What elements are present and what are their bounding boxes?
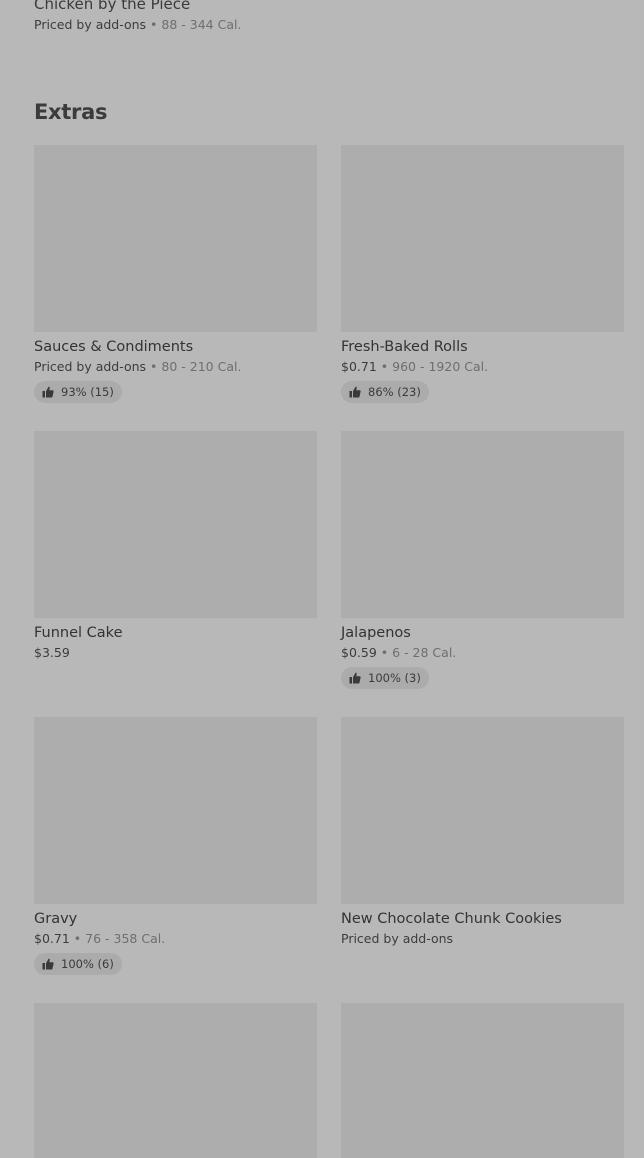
thumbs-up-icon — [42, 386, 54, 398]
rating-text: 100% (3) — [368, 671, 421, 685]
menu-item-card[interactable] — [34, 1003, 317, 1158]
menu-item-calories: 80 - 210 Cal. — [161, 359, 242, 374]
menu-item-calories: 6 - 28 Cal. — [392, 645, 457, 660]
menu-item-name: New Chocolate Chunk Cookies — [341, 911, 562, 927]
menu-item-image[interactable] — [34, 431, 317, 618]
menu-item-meta: $0.71 • 960 - 1920 Cal. — [341, 358, 624, 376]
menu-item-price: $3.59 — [34, 645, 70, 660]
rating-text: 100% (6) — [61, 957, 114, 971]
menu-item-calories: 960 - 1920 Cal. — [392, 359, 489, 374]
menu-item-price: Priced by add-ons — [34, 17, 147, 32]
menu-item-card[interactable]: Funnel Cake $3.59 — [34, 431, 317, 691]
rating-text: 93% (15) — [61, 385, 114, 399]
menu-item-meta: $0.59 • 6 - 28 Cal. — [341, 644, 624, 662]
meta-separator: • — [73, 931, 82, 946]
menu-item-card[interactable]: Gravy $0.71 • 76 - 358 Cal. 100% (6) — [34, 717, 317, 977]
menu-item-card[interactable]: Sauces & Condiments Priced by add-ons • … — [34, 145, 317, 405]
menu-item-image[interactable] — [341, 717, 624, 904]
menu-item-price: Priced by add-ons — [341, 931, 454, 946]
menu-item-image[interactable] — [34, 145, 317, 332]
menu-item-card[interactable]: Fresh-Baked Rolls $0.71 • 960 - 1920 Cal… — [341, 145, 624, 405]
menu-item-price: $0.71 — [34, 931, 70, 946]
menu-item-image[interactable] — [341, 1003, 624, 1158]
menu-item-name: Sauces & Condiments — [34, 339, 194, 355]
menu-item-price: $0.71 — [341, 359, 377, 374]
meta-separator: • — [150, 17, 158, 32]
menu-item-name: Gravy — [34, 911, 78, 927]
menu-item-image[interactable] — [341, 145, 624, 332]
menu-item-meta: Priced by add-ons • 80 - 210 Cal. — [34, 358, 317, 376]
menu-item-image[interactable] — [341, 431, 624, 618]
meta-separator: • — [150, 359, 158, 374]
rating-badge: 86% (23) — [341, 381, 429, 403]
menu-item-image[interactable] — [34, 717, 317, 904]
meta-separator: • — [380, 645, 389, 660]
menu-item-meta: Priced by add-ons • 88 - 344 Cal. — [34, 16, 624, 34]
menu-item-meta: Priced by add-ons — [341, 930, 624, 948]
rating-text: 86% (23) — [368, 385, 421, 399]
menu-item-meta: $0.71 • 76 - 358 Cal. — [34, 930, 317, 948]
menu-item-meta: $3.59 — [34, 644, 317, 662]
menu-item-chicken-by-the-piece[interactable]: Chicken by the Piece Priced by add-ons •… — [34, 0, 624, 34]
meta-separator: • — [380, 359, 389, 374]
menu-item-name: Fresh-Baked Rolls — [341, 339, 468, 355]
rating-badge: 93% (15) — [34, 381, 122, 403]
menu-item-card[interactable] — [341, 1003, 624, 1158]
menu-item-name: Chicken by the Piece — [34, 0, 191, 13]
menu-item-price: Priced by add-ons — [34, 359, 147, 374]
menu-item-name: Funnel Cake — [34, 625, 123, 641]
thumbs-up-icon — [349, 386, 361, 398]
menu-item-name: Jalapenos — [341, 625, 411, 641]
menu-item-card[interactable]: New Chocolate Chunk Cookies Priced by ad… — [341, 717, 624, 977]
rating-badge: 100% (6) — [34, 953, 122, 975]
menu-item-card[interactable]: Jalapenos $0.59 • 6 - 28 Cal. 100% (3) — [341, 431, 624, 691]
menu-item-image[interactable] — [34, 1003, 317, 1158]
thumbs-up-icon — [349, 672, 361, 684]
menu-item-price: $0.59 — [341, 645, 377, 660]
thumbs-up-icon — [42, 958, 54, 970]
section-title-extras: Extras — [34, 100, 108, 124]
menu-item-calories: 88 - 344 Cal. — [161, 17, 242, 32]
rating-badge: 100% (3) — [341, 667, 429, 689]
menu-item-calories: 76 - 358 Cal. — [85, 931, 166, 946]
